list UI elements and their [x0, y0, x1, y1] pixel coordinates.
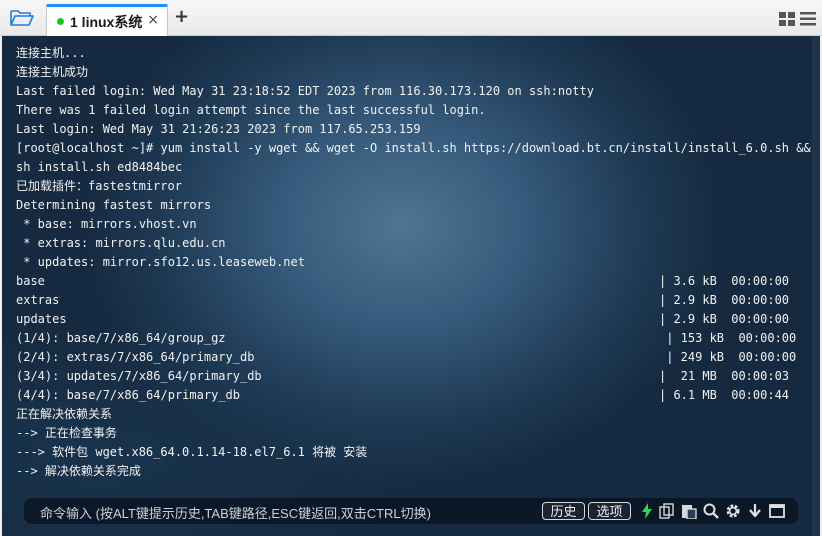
terminal-line: --> 正在检查事务 [16, 426, 117, 440]
search-icon[interactable] [702, 502, 720, 520]
copy-icon[interactable] [658, 502, 676, 520]
terminal-line: Last failed login: Wed May 31 23:18:52 E… [16, 84, 594, 98]
window-icon[interactable] [768, 502, 786, 520]
terminal-line: 正在解决依赖关系 [16, 407, 113, 421]
terminal-line: (4/4): base/7/x86_64/primary_db | 6.1 MB… [16, 388, 790, 402]
terminal-line: (3/4): updates/7/x86_64/primary_db | 21 … [16, 369, 790, 383]
terminal-line: (2/4): extras/7/x86_64/primary_db | 249 … [16, 350, 797, 364]
terminal-line: 已加载插件：fastestmirror [16, 179, 182, 193]
terminal-line: [root@localhost ~]# yum install -y wget … [16, 141, 811, 155]
terminal-line: updates | 2.9 kB 00:00:00 [16, 312, 790, 326]
flash-icon[interactable] [638, 502, 656, 520]
terminal-line: --> 解决依赖关系完成 [16, 464, 141, 478]
command-input[interactable]: 命令输入 (按ALT键提示历史,TAB键路径,ESC键返回,双击CTRL切换) … [24, 498, 798, 524]
scrollbar[interactable] [812, 36, 820, 536]
options-button[interactable]: 选项 [588, 502, 631, 520]
command-input-placeholder: 命令输入 (按ALT键提示历史,TAB键路径,ESC键返回,双击CTRL切换) [40, 506, 431, 521]
grid-icon[interactable] [779, 11, 795, 30]
history-button[interactable]: 历史 [542, 502, 585, 520]
add-tab-button[interactable]: + [174, 8, 189, 26]
terminal-line: Determining fastest mirrors [16, 198, 212, 212]
close-icon[interactable]: × [147, 12, 159, 28]
terminal-line: (1/4): base/7/x86_64/group_gz | 153 kB 0… [16, 331, 797, 345]
terminal-output[interactable]: 连接主机... 连接主机成功 Last failed login: Wed May … [2, 36, 820, 536]
terminal-line: * base: mirrors.vhost.vn [16, 217, 197, 231]
terminal-line: ---> 软件包 wget.x86_64.0.1.14-18.el7_6.1 将… [16, 445, 368, 459]
terminal-lines: 连接主机... 连接主机成功 Last failed login: Wed May … [16, 44, 811, 481]
terminal-line: base | 3.6 kB 00:00:00 [16, 274, 790, 288]
paste-icon[interactable] [680, 502, 698, 520]
terminal-line: * updates: mirror.sfo12.us.leaseweb.net [16, 255, 305, 269]
terminal-line: Last login: Wed May 31 21:26:23 2023 fro… [16, 122, 421, 136]
terminal-line: 连接主机... [16, 46, 86, 60]
tab-title: 1 linux系统 [70, 13, 143, 30]
tab-bar: 1 linux系统 × + [0, 0, 822, 36]
tab-linux[interactable]: 1 linux系统 × [46, 4, 168, 36]
download-icon[interactable] [746, 502, 764, 520]
terminal-line: * extras: mirrors.qlu.edu.cn [16, 236, 226, 250]
menu-icon[interactable] [800, 11, 816, 30]
gear-icon[interactable] [724, 502, 742, 520]
folder-open-icon[interactable] [8, 7, 36, 29]
connected-status-dot [57, 18, 64, 25]
terminal-line: extras | 2.9 kB 00:00:00 [16, 293, 790, 307]
terminal-line: There was 1 failed login attempt since t… [16, 103, 486, 117]
terminal-line: sh install.sh ed8484bec [16, 160, 183, 174]
terminal-line: 连接主机成功 [16, 65, 89, 79]
